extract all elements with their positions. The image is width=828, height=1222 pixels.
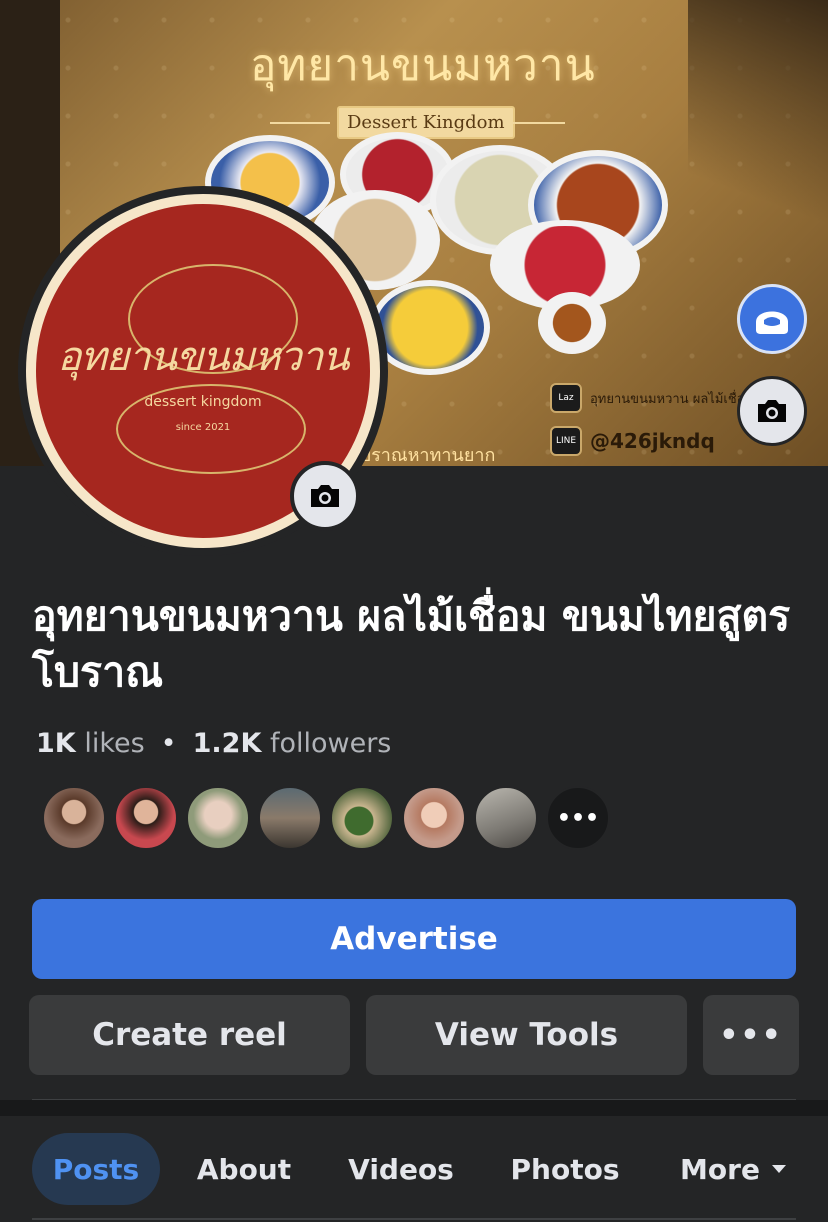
tab-more[interactable]: More: [660, 1133, 808, 1205]
more-likers-button[interactable]: •••: [546, 786, 610, 850]
liker-avatars[interactable]: •••: [42, 786, 610, 850]
dessert-bowl-yellow: [370, 280, 490, 375]
caret-down-icon: [771, 1165, 786, 1173]
tab-about[interactable]: About: [180, 1133, 308, 1205]
cover-sub-line-left: [270, 122, 330, 124]
logo-since: since 2021: [175, 422, 231, 433]
stats-separator: •: [160, 728, 177, 759]
dessert-bowl-tea: [538, 292, 606, 354]
view-tools-button[interactable]: View Tools: [366, 995, 687, 1075]
camera-icon: [311, 485, 339, 507]
camera-icon: [758, 400, 786, 422]
cover-sub-line-right: [505, 122, 565, 124]
followers-stat[interactable]: 1.2K followers: [193, 728, 392, 759]
likes-stat[interactable]: 1K likes: [36, 728, 145, 759]
section-gap: [0, 1100, 828, 1116]
logo-text: อุทยานขนมหวาน: [57, 334, 349, 380]
tab-posts[interactable]: Posts: [32, 1133, 160, 1205]
followers-label: followers: [269, 728, 392, 759]
line-id-text: @426jkndq: [590, 429, 715, 453]
tab-more-label: More: [680, 1152, 760, 1186]
avatar-face-icon: [756, 311, 788, 334]
followers-count: 1.2K: [192, 728, 262, 759]
liker-avatar: [42, 786, 106, 850]
avatar-switch-button[interactable]: [737, 284, 807, 354]
liker-avatar: [474, 786, 538, 850]
cover-subtitle: Dessert Kingdom: [337, 106, 515, 139]
tab-videos[interactable]: Videos: [330, 1133, 472, 1205]
advertise-button[interactable]: Advertise: [32, 899, 796, 979]
tabs-bottom-line: [32, 1218, 796, 1220]
create-reel-button[interactable]: Create reel: [29, 995, 350, 1075]
tab-photos[interactable]: Photos: [494, 1133, 636, 1205]
lazada-badge: Laz: [550, 383, 582, 413]
cover-shade-right: [688, 0, 828, 230]
edit-cover-button[interactable]: [737, 376, 807, 446]
edit-profile-picture-button[interactable]: [290, 461, 360, 531]
cover-title: อุทยานขนมหวาน: [250, 40, 596, 91]
profile-tabs: Posts About Videos Photos More: [0, 1116, 828, 1222]
liker-avatar: [402, 786, 466, 850]
page-stats: 1K likes • 1.2K followers: [36, 728, 391, 759]
liker-avatar: [186, 786, 250, 850]
likes-count: 1K: [36, 728, 76, 759]
likes-label: likes: [84, 728, 145, 759]
more-actions-button[interactable]: •••: [703, 995, 799, 1075]
logo-subtitle: dessert kingdom: [144, 394, 262, 410]
liker-avatar: [258, 786, 322, 850]
liker-avatar: [114, 786, 178, 850]
page-name: อุทยานขนมหวาน ผลไม้เชื่อม ขนมไทยสูตรโบรา…: [32, 592, 791, 696]
liker-avatar: [330, 786, 394, 850]
line-badge: LINE: [550, 426, 582, 456]
